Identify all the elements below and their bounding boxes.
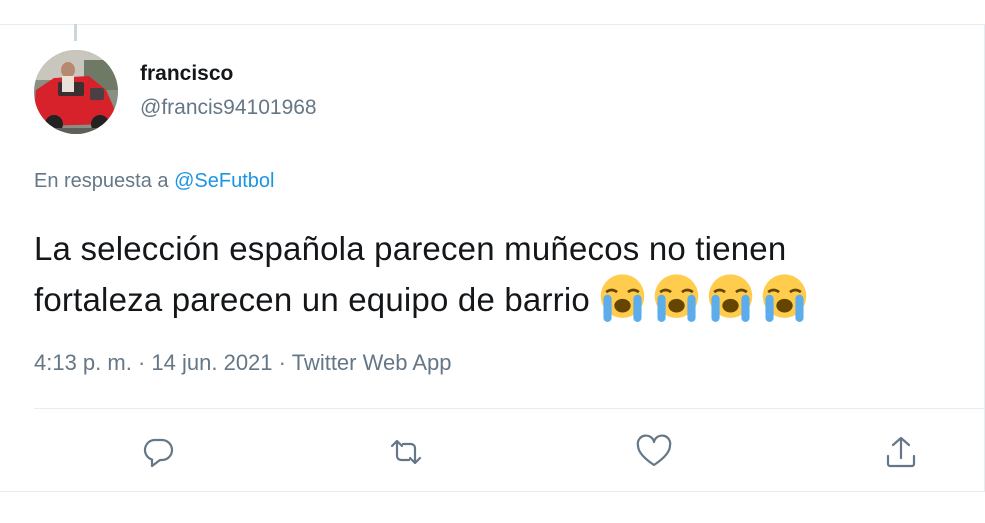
- tweet-card: francisco @francis94101968 En respuesta …: [0, 0, 985, 523]
- retweet-button[interactable]: [384, 430, 428, 474]
- share-button[interactable]: [879, 430, 923, 474]
- user-handle[interactable]: @francis94101968: [140, 96, 317, 120]
- tweet-date[interactable]: 14 jun. 2021: [151, 350, 272, 375]
- bottom-border: [0, 491, 985, 492]
- like-icon: [636, 434, 672, 467]
- reply-icon: [143, 438, 174, 468]
- reply-context: En respuesta a @SeFutbol: [34, 170, 274, 193]
- reply-button[interactable]: [136, 430, 180, 474]
- tweet-meta: 4:13 p. m. · 14 jun. 2021 · Twitter Web …: [34, 350, 451, 376]
- reply-prefix: En respuesta a: [34, 170, 169, 192]
- top-border: [0, 24, 985, 25]
- tweet-text-line-2: fortaleza parecen un equipo de barrio: [34, 281, 590, 318]
- tweet-text-line-2-wrap: fortaleza parecen un equipo de barrio: [34, 273, 964, 324]
- tweet-text-line-1: La selección española parecen muñecos no…: [34, 230, 787, 267]
- display-name[interactable]: francisco: [140, 62, 233, 86]
- meta-separator: ·: [137, 350, 146, 375]
- avatar[interactable]: [34, 50, 118, 134]
- actions-divider: [34, 408, 985, 409]
- loudly-crying-face-icon: [654, 274, 699, 322]
- like-button[interactable]: [632, 430, 676, 474]
- tweet-source: Twitter Web App: [291, 350, 452, 375]
- loudly-crying-face-icon: [600, 274, 645, 322]
- reply-target-link[interactable]: @SeFutbol: [174, 170, 274, 192]
- share-icon: [886, 436, 916, 468]
- thread-connector: [74, 24, 77, 41]
- avatar-image: [34, 50, 118, 134]
- meta-separator: ·: [278, 350, 286, 375]
- retweet-icon: [390, 439, 422, 465]
- tweet-time[interactable]: 4:13 p. m.: [34, 350, 132, 375]
- loudly-crying-face-icon: [762, 274, 807, 322]
- loudly-crying-face-icon: [708, 274, 753, 322]
- tweet-text: La selección española parecen muñecos no…: [34, 224, 964, 324]
